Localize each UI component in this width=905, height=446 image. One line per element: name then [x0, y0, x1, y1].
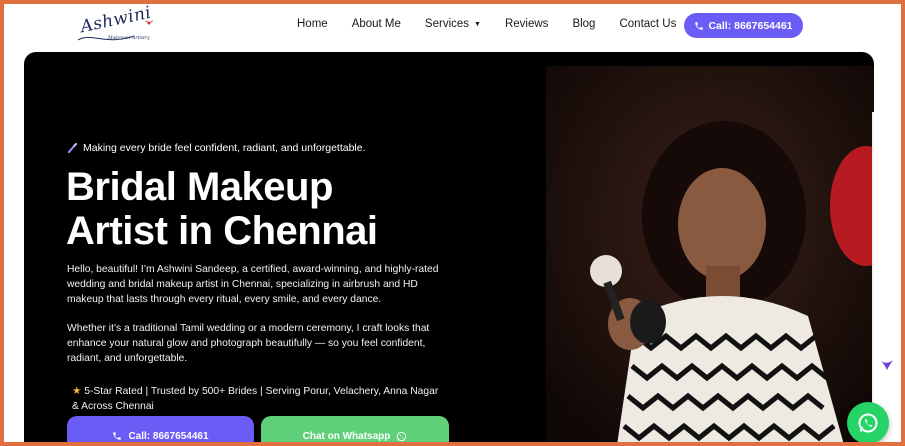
bird-icon[interactable] — [880, 359, 894, 371]
floating-whatsapp-button[interactable] — [847, 402, 889, 442]
nav-services[interactable]: Services ▼ — [425, 18, 481, 30]
hero-call-button[interactable]: Call: 8667654461 — [67, 416, 254, 442]
nav-home[interactable]: Home — [297, 18, 328, 30]
site-header: Ashwini Makeover Artistry Home About Me … — [4, 4, 901, 52]
phone-icon — [695, 21, 704, 30]
nav-reviews[interactable]: Reviews — [505, 18, 548, 30]
logo-flower-icon — [145, 20, 154, 25]
header-call-button[interactable]: Call: 8667654461 — [684, 13, 803, 38]
hero-second-paragraph: Whether it’s a traditional Tamil wedding… — [67, 323, 430, 364]
header-call-label: Call: 8667654461 — [708, 19, 793, 32]
rating-text: 5-Star Rated | Trusted by 500+ Brides | … — [72, 386, 439, 412]
headline-line-2: Artist in Chennai — [66, 209, 378, 253]
star-icon: ★ — [72, 386, 82, 397]
phone-icon — [113, 432, 122, 440]
hero-call-label: Call: 8667654461 — [128, 430, 209, 442]
side-scroll-track — [872, 112, 874, 442]
nav-services-label: Services — [424, 18, 470, 30]
whatsapp-icon — [397, 431, 407, 441]
headline-line-1: Bridal Makeup — [66, 165, 333, 209]
brush-icon — [67, 142, 78, 153]
hero-headline: Bridal Makeup Artist in Chennai — [66, 165, 378, 253]
whatsapp-icon — [858, 413, 878, 433]
page-frame: Ashwini Makeover Artistry Home About Me … — [4, 4, 901, 442]
hero-tagline-text: Making every bride feel confident, radia… — [83, 142, 366, 154]
hero-section: Making every bride feel confident, radia… — [24, 52, 874, 442]
hero-whatsapp-button[interactable]: Chat on Whatsapp — [261, 416, 449, 442]
logo-subtext: Makeover Artistry — [108, 36, 150, 41]
main-nav: Home About Me Services ▼ Reviews Blog Co… — [297, 18, 700, 30]
hero-tagline: Making every bride feel confident, radia… — [67, 142, 366, 154]
logo[interactable]: Ashwini Makeover Artistry — [76, 4, 168, 50]
hero-photo — [546, 66, 874, 442]
hero-intro-paragraph: Hello, beautiful! I’m Ashwini Sandeep, a… — [67, 264, 439, 305]
rating-line: ★ 5-Star Rated | Trusted by 500+ Brides |… — [72, 384, 442, 414]
hero-whatsapp-label: Chat on Whatsapp — [302, 430, 391, 442]
nav-contact[interactable]: Contact Us — [619, 18, 676, 30]
nav-about[interactable]: About Me — [352, 18, 401, 30]
makeup-artist-photo — [546, 66, 874, 442]
nav-blog[interactable]: Blog — [572, 18, 595, 30]
caret-down-icon: ▼ — [474, 20, 481, 28]
